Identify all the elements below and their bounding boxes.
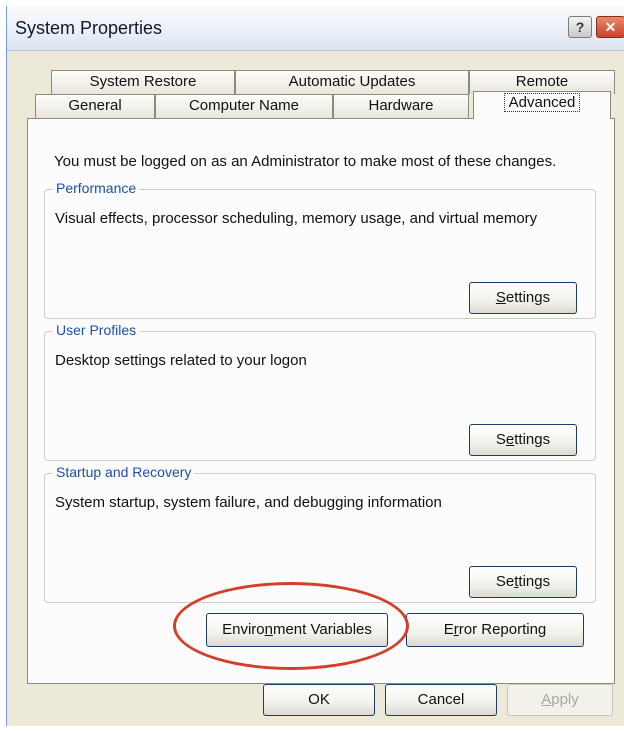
startup-recovery-settings-button[interactable]: Settings bbox=[469, 566, 577, 598]
ok-button[interactable]: OK bbox=[263, 684, 375, 716]
tab-label: Hardware bbox=[368, 97, 434, 114]
tab-label: Advanced bbox=[503, 93, 581, 112]
close-icon: ✕ bbox=[604, 19, 617, 35]
tab-label: Computer Name bbox=[188, 97, 300, 114]
apply-button[interactable]: Apply bbox=[507, 684, 613, 716]
admin-notice: You must be logged on as an Administrato… bbox=[54, 153, 557, 170]
user-profiles-settings-button[interactable]: Settings bbox=[469, 424, 577, 456]
tab-hardware[interactable]: Hardware bbox=[333, 94, 469, 118]
system-properties-window: System Properties ? ✕ System Restore Aut… bbox=[6, 6, 624, 726]
tab-automatic-updates[interactable]: Automatic Updates bbox=[235, 70, 469, 94]
user-profiles-group: User Profiles Desktop settings related t… bbox=[44, 322, 596, 461]
performance-group: Performance Visual effects, processor sc… bbox=[44, 180, 596, 319]
title-bar[interactable]: System Properties ? ✕ bbox=[7, 6, 624, 51]
performance-legend: Performance bbox=[53, 180, 140, 196]
startup-recovery-legend: Startup and Recovery bbox=[53, 464, 195, 480]
tab-advanced[interactable]: Advanced bbox=[473, 91, 611, 119]
window-title: System Properties bbox=[15, 18, 163, 38]
cancel-button[interactable]: Cancel bbox=[385, 684, 497, 716]
user-profiles-description: Desktop settings related to your logon bbox=[55, 352, 307, 369]
help-button[interactable]: ? bbox=[568, 16, 592, 38]
tab-label: Automatic Updates bbox=[288, 73, 416, 90]
help-icon: ? bbox=[575, 19, 585, 35]
user-profiles-legend: User Profiles bbox=[53, 322, 140, 338]
tab-label: General bbox=[68, 97, 122, 114]
performance-settings-button[interactable]: Settings bbox=[469, 282, 577, 314]
tab-label: System Restore bbox=[89, 73, 197, 90]
highlight-ring-annotation bbox=[173, 582, 409, 670]
tab-general[interactable]: General bbox=[35, 94, 155, 118]
startup-recovery-description: System startup, system failure, and debu… bbox=[55, 494, 442, 511]
close-button[interactable]: ✕ bbox=[596, 16, 624, 38]
tab-label: Remote bbox=[515, 73, 569, 90]
error-reporting-button[interactable]: Error Reporting bbox=[406, 613, 584, 647]
performance-description: Visual effects, processor scheduling, me… bbox=[55, 210, 538, 227]
tab-system-restore[interactable]: System Restore bbox=[51, 70, 235, 94]
tab-computer-name[interactable]: Computer Name bbox=[155, 94, 333, 118]
